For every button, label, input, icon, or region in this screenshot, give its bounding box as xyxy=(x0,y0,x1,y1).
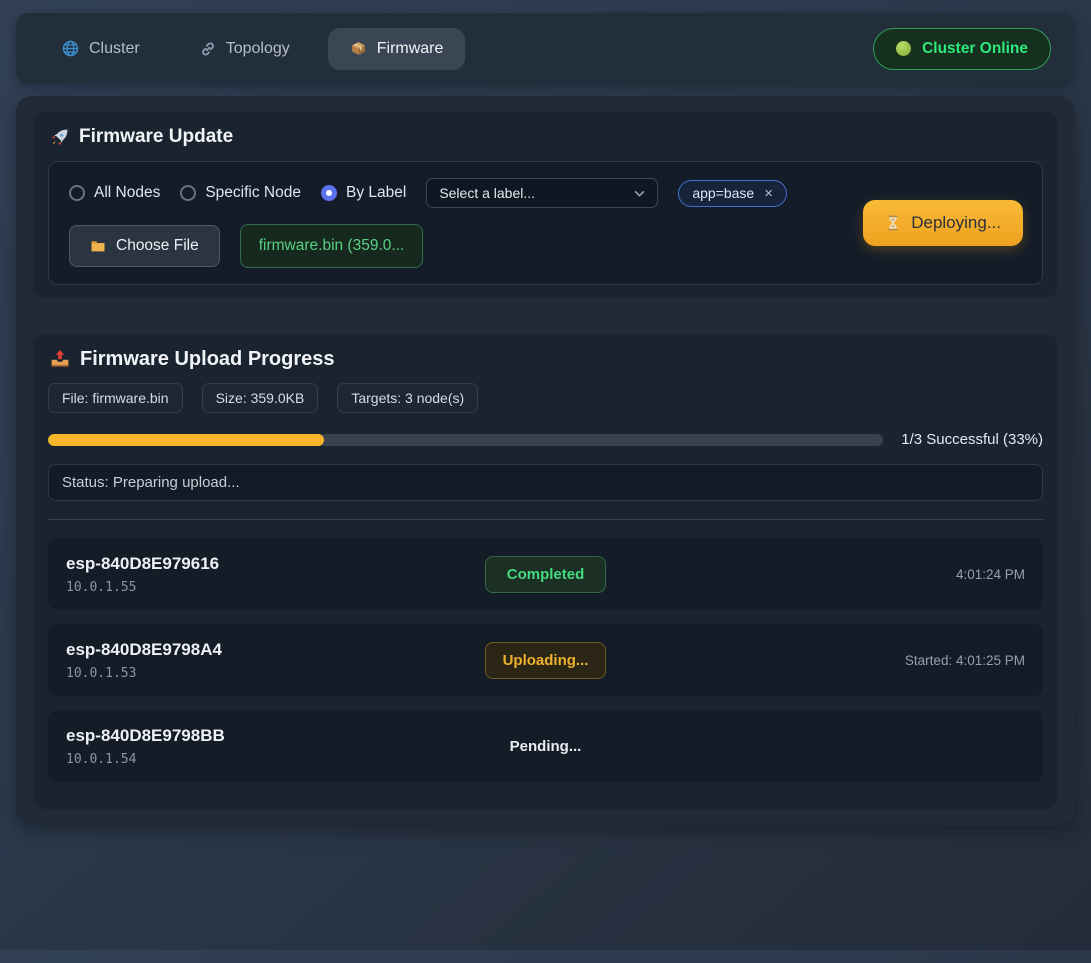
node-status: Completed xyxy=(485,556,607,593)
package-icon xyxy=(350,40,367,57)
firmware-update-panel: Firmware Update All Nodes Specific Node … xyxy=(33,112,1058,298)
status-box: Status: Preparing upload... xyxy=(48,464,1043,501)
file-info-badges: File: firmware.bin Size: 359.0KB Targets… xyxy=(48,383,1043,413)
progress-bar xyxy=(48,434,883,446)
green-dot-icon xyxy=(896,41,911,56)
hourglass-icon xyxy=(885,215,901,231)
radio-dot[interactable] xyxy=(180,185,196,201)
nav-tabs: Cluster Topology Firmware xyxy=(40,28,465,70)
node-info: esp-840D8E979616 10.0.1.55 xyxy=(66,554,485,595)
targets-badge: Targets: 3 node(s) xyxy=(337,383,478,413)
progress-fill xyxy=(48,434,324,446)
top-navbar: Cluster Topology Firmware Cluster Online xyxy=(16,13,1075,84)
node-time: 4:01:24 PM xyxy=(606,567,1025,582)
upload-progress-title: Firmware Upload Progress xyxy=(50,347,1043,371)
choose-file-button[interactable]: Choose File xyxy=(69,225,220,267)
select-placeholder: Select a label... xyxy=(439,185,535,201)
node-ip: 10.0.1.55 xyxy=(66,580,485,595)
node-info: esp-840D8E9798BB 10.0.1.54 xyxy=(66,726,510,767)
label-tag-app-base[interactable]: app=base × xyxy=(678,180,787,207)
main-container: Firmware Update All Nodes Specific Node … xyxy=(16,96,1075,825)
panel-title-text: Firmware Upload Progress xyxy=(80,347,335,371)
radio-label: Specific Node xyxy=(205,184,301,202)
rocket-icon xyxy=(50,128,69,147)
cluster-online-label: Cluster Online xyxy=(922,40,1028,58)
file-name-badge: File: firmware.bin xyxy=(48,383,183,413)
radio-by-label[interactable]: By Label xyxy=(321,184,406,202)
tab-firmware[interactable]: Firmware xyxy=(328,28,466,70)
node-row: esp-840D8E9798BB 10.0.1.54 Pending... xyxy=(48,710,1043,782)
tab-label: Cluster xyxy=(89,40,140,58)
label-select-dropdown[interactable]: Select a label... xyxy=(426,178,658,208)
radio-dot[interactable] xyxy=(69,185,85,201)
choose-file-label: Choose File xyxy=(116,237,199,255)
deploy-button-label: Deploying... xyxy=(911,213,1001,233)
panel-title-text: Firmware Update xyxy=(79,125,233,149)
radio-specific-node[interactable]: Specific Node xyxy=(180,184,301,202)
radio-label: All Nodes xyxy=(94,184,160,202)
outbox-tray-icon xyxy=(50,349,70,369)
progress-row: 1/3 Successful (33%) xyxy=(48,431,1043,448)
remove-tag-icon[interactable]: × xyxy=(764,185,773,202)
tab-label: Topology xyxy=(226,40,290,58)
node-info: esp-840D8E9798A4 10.0.1.53 xyxy=(66,640,485,681)
node-row: esp-840D8E9798A4 10.0.1.53 Uploading... … xyxy=(48,624,1043,696)
node-ip: 10.0.1.54 xyxy=(66,752,510,767)
upload-progress-panel: Firmware Upload Progress File: firmware.… xyxy=(33,334,1058,809)
folder-icon xyxy=(90,238,106,254)
node-row: esp-840D8E979616 10.0.1.55 Completed 4:0… xyxy=(48,538,1043,610)
link-icon xyxy=(200,41,216,57)
node-name: esp-840D8E979616 xyxy=(66,554,485,574)
globe-icon xyxy=(62,40,79,57)
deploy-button[interactable]: Deploying... xyxy=(863,200,1023,246)
node-name: esp-840D8E9798BB xyxy=(66,726,510,746)
cluster-online-badge: Cluster Online xyxy=(873,28,1051,70)
deploy-controls-box: All Nodes Specific Node By Label Select … xyxy=(48,161,1043,285)
node-name: esp-840D8E9798A4 xyxy=(66,640,485,660)
radio-dot[interactable] xyxy=(321,185,337,201)
chevron-down-icon xyxy=(634,190,645,197)
node-status: Uploading... xyxy=(485,642,607,679)
firmware-update-title: Firmware Update xyxy=(50,125,1043,149)
radio-all-nodes[interactable]: All Nodes xyxy=(69,184,160,202)
tab-cluster[interactable]: Cluster xyxy=(40,28,162,70)
divider xyxy=(48,519,1043,520)
node-time: Started: 4:01:25 PM xyxy=(606,653,1025,668)
node-ip: 10.0.1.53 xyxy=(66,666,485,681)
tab-topology[interactable]: Topology xyxy=(178,28,312,70)
node-status: Pending... xyxy=(510,738,582,755)
label-tag-text: app=base xyxy=(692,185,754,201)
tab-label: Firmware xyxy=(377,40,444,58)
progress-label: 1/3 Successful (33%) xyxy=(901,431,1043,448)
radio-label: By Label xyxy=(346,184,406,202)
selected-file-chip: firmware.bin (359.0... xyxy=(240,224,424,268)
file-size-badge: Size: 359.0KB xyxy=(202,383,319,413)
